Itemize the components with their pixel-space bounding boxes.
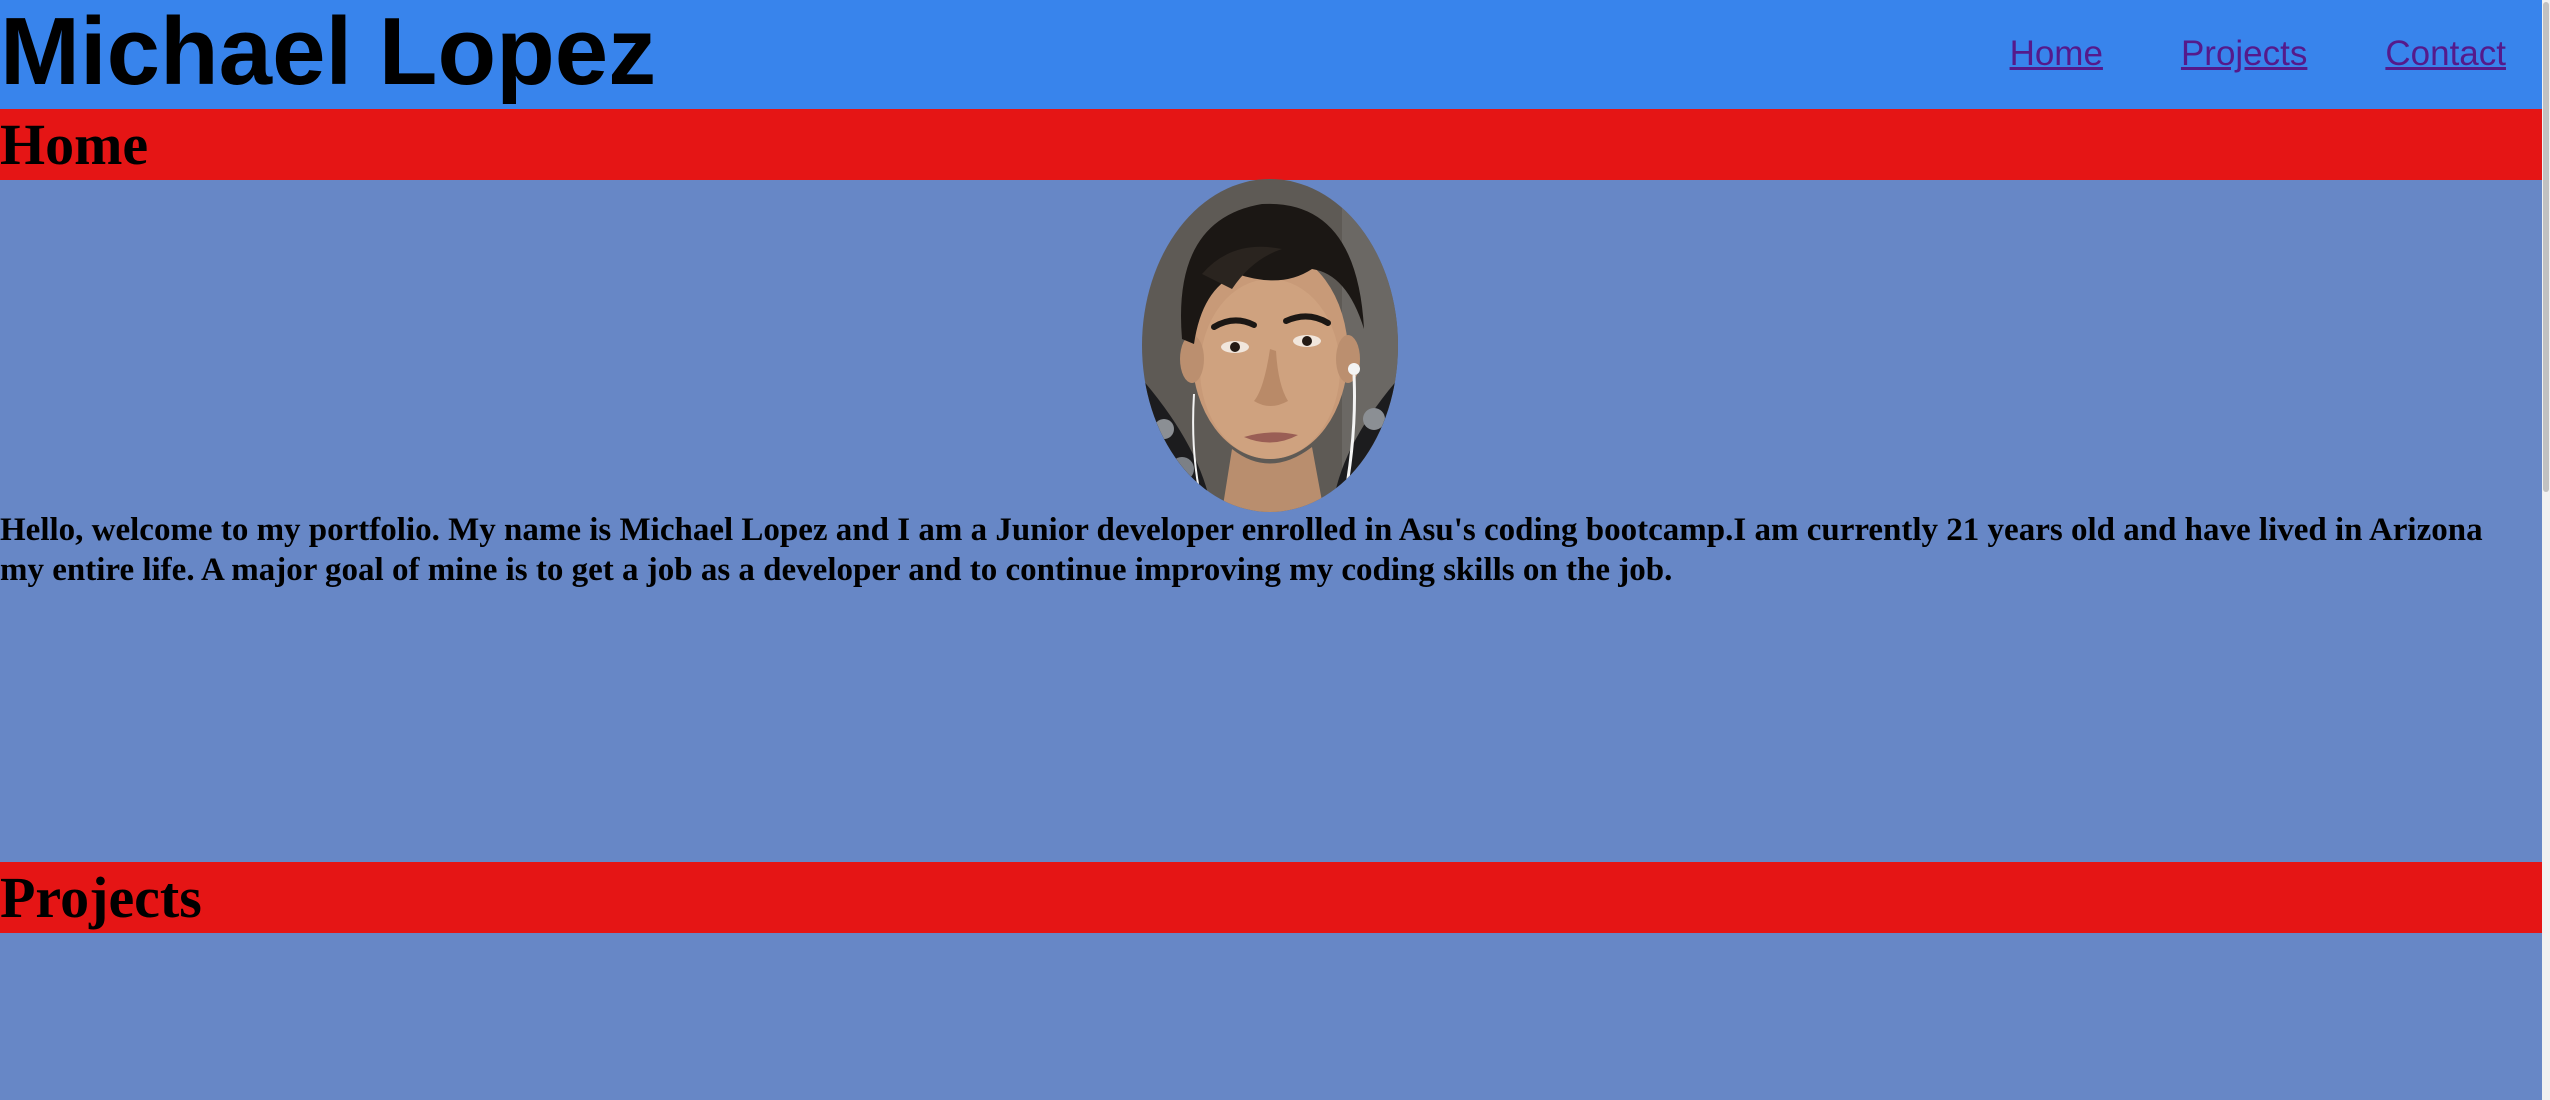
home-section-header: Home (0, 109, 2542, 180)
profile-photo (1142, 179, 1398, 512)
portfolio-page: Michael Lopez Home Projects Contact Home (0, 0, 2550, 1100)
nav-link-home[interactable]: Home (2010, 34, 2103, 74)
nav-link-contact[interactable]: Contact (2385, 34, 2506, 74)
projects-section-header: Projects (0, 862, 2542, 933)
site-header: Michael Lopez Home Projects Contact (0, 0, 2542, 109)
bio-paragraph: Hello, welcome to my portfolio. My name … (0, 512, 2483, 588)
scrollbar-thumb[interactable] (2543, 2, 2549, 492)
main-nav: Home Projects Contact (2010, 30, 2506, 78)
projects-heading: Projects (0, 865, 202, 930)
nav-link-projects[interactable]: Projects (2181, 34, 2307, 74)
site-title: Michael Lopez (0, 0, 657, 105)
page-scrollbar[interactable] (2542, 0, 2550, 1100)
home-heading: Home (0, 112, 149, 177)
